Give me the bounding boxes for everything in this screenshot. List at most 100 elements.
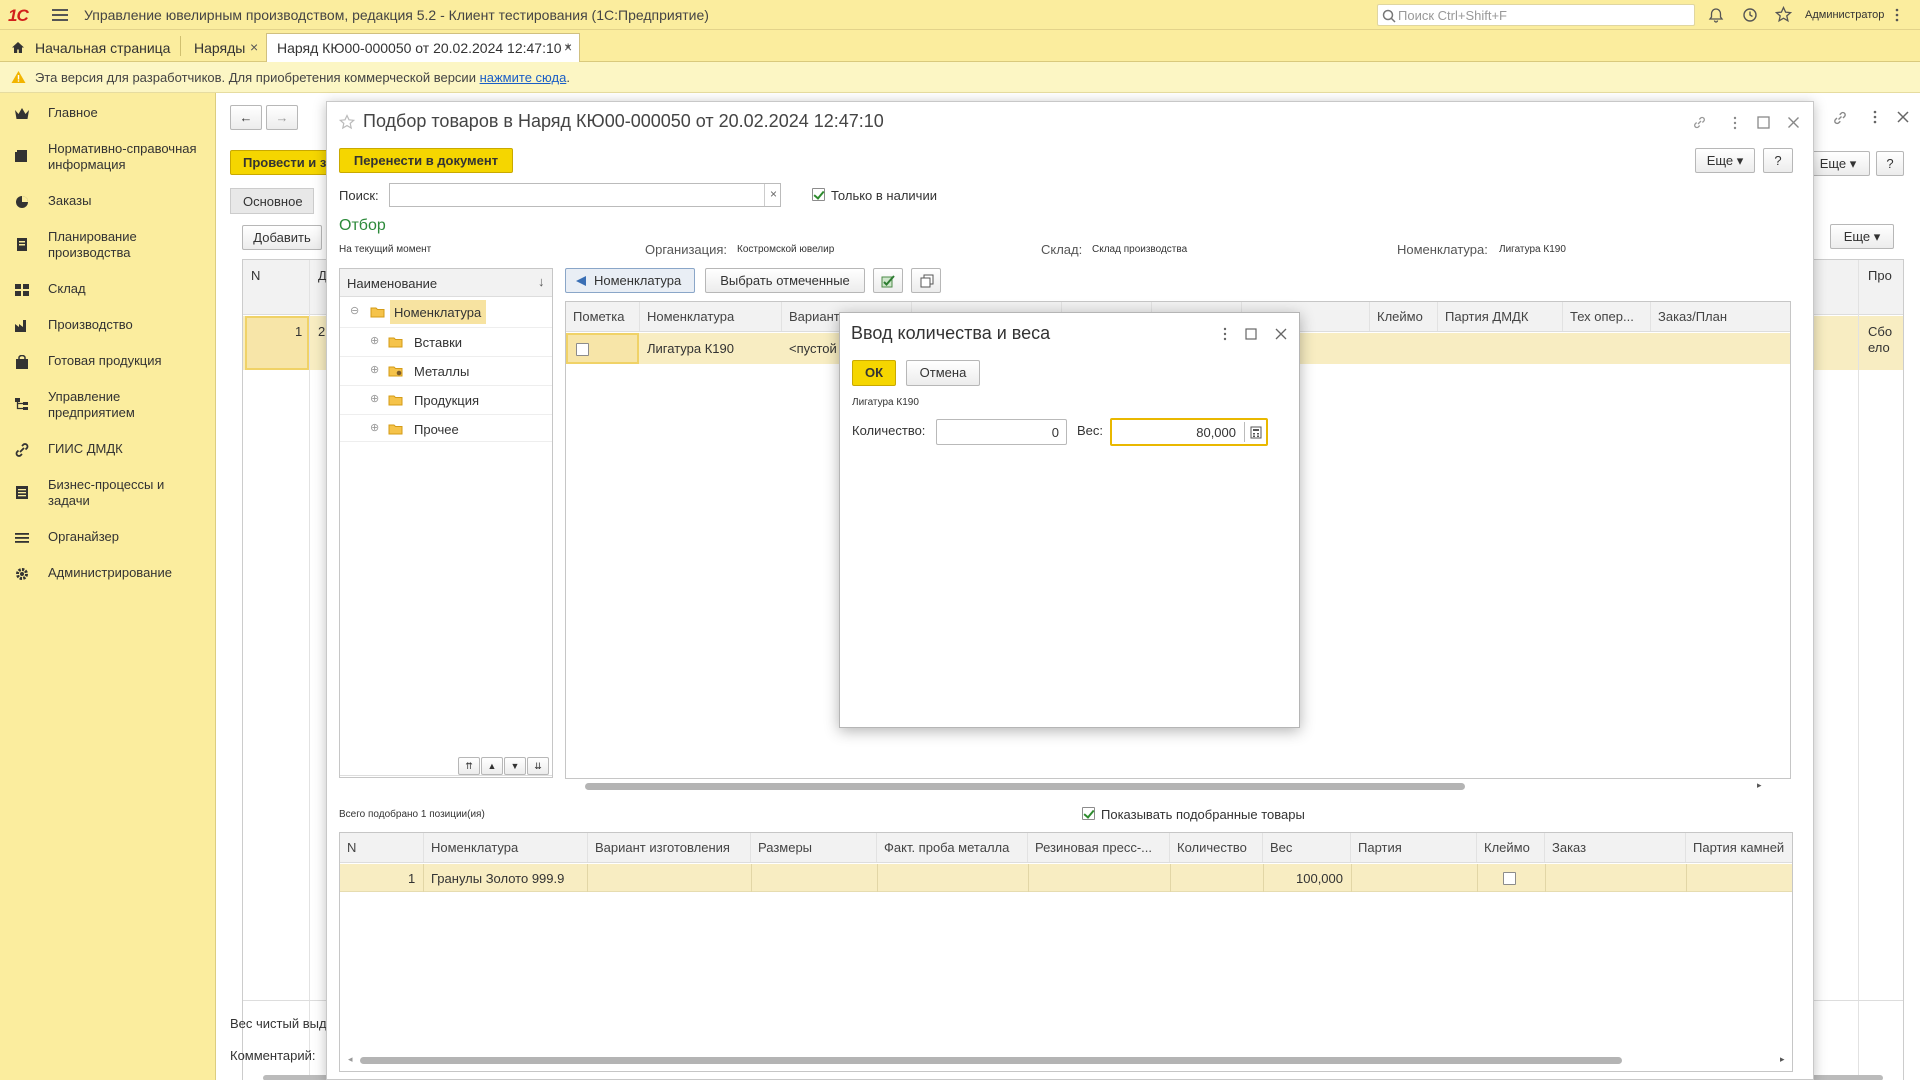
tab-orders[interactable]: Наряды × xyxy=(184,33,264,62)
more-vertical-icon[interactable] xyxy=(1220,327,1230,341)
tab-order-document[interactable]: Наряд КЮ00-000050 от 20.02.2024 12:47:10… xyxy=(266,33,580,62)
col-header-nomen[interactable]: Номенклатура xyxy=(424,833,588,862)
col-header-brand[interactable]: Клеймо xyxy=(1370,302,1438,331)
transfer-to-document-button[interactable]: Перенести в документ xyxy=(339,148,513,173)
table-more-button[interactable]: Еще ▾ xyxy=(1830,224,1894,249)
sidebar-item-orders[interactable]: Заказы xyxy=(0,193,216,213)
more-button[interactable]: Еще ▾ xyxy=(1806,151,1870,176)
col-header-metal-probe[interactable]: Факт. проба металла xyxy=(877,833,1028,862)
sidebar-item-reference[interactable]: Нормативно-справочная информация xyxy=(0,141,216,175)
forward-button[interactable]: → xyxy=(266,105,298,130)
col-header-order-plan[interactable]: Заказ/План xyxy=(1651,302,1790,331)
copy-button[interactable] xyxy=(911,268,941,293)
brand-checkbox[interactable] xyxy=(1503,872,1516,885)
tree-node-other[interactable]: ⊕ Прочее xyxy=(340,414,552,442)
col-header-weight[interactable]: Вес xyxy=(1263,833,1351,862)
col-header-mark[interactable]: Пометка xyxy=(566,302,640,331)
tab-home[interactable]: Начальная страница xyxy=(0,33,180,62)
sidebar-item-planning[interactable]: Планирование производства xyxy=(0,229,216,263)
close-icon[interactable] xyxy=(1787,116,1800,129)
only-available-checkbox[interactable] xyxy=(812,188,825,201)
col-header-nomen[interactable]: Номенклатура xyxy=(640,302,782,331)
close-tab-icon[interactable]: × xyxy=(564,39,572,55)
favorites-star-icon[interactable] xyxy=(1775,6,1792,23)
sidebar-item-finished-goods[interactable]: Готовая продукция xyxy=(0,353,216,373)
tree-node-products[interactable]: ⊕ Продукция xyxy=(340,385,552,413)
user-name[interactable]: Администратор xyxy=(1805,9,1884,21)
scroll-right-icon[interactable]: ▸ xyxy=(1757,780,1762,791)
expand-icon[interactable]: ⊕ xyxy=(370,421,379,434)
col-header-sizes[interactable]: Размеры xyxy=(751,833,877,862)
select-marked-button[interactable]: Выбрать отмеченные xyxy=(705,268,865,293)
move-up-button[interactable]: ▲ xyxy=(481,757,503,775)
link-icon[interactable] xyxy=(1832,110,1848,126)
close-icon[interactable] xyxy=(1896,110,1910,124)
ok-button[interactable]: ОК xyxy=(852,360,896,386)
add-row-button[interactable]: Добавить xyxy=(242,225,322,250)
expand-icon[interactable]: ⊕ xyxy=(370,392,379,405)
collapse-icon[interactable]: ⊖ xyxy=(350,304,359,317)
tab-main[interactable]: Основное xyxy=(230,188,314,214)
tree-node-root[interactable]: ⊖ Номенклатура xyxy=(340,298,552,326)
move-top-button[interactable]: ⇈ xyxy=(458,757,480,775)
col-header-dmdk-batch[interactable]: Партия ДМДК xyxy=(1438,302,1563,331)
move-down-button[interactable]: ▼ xyxy=(504,757,526,775)
close-tab-icon[interactable]: × xyxy=(250,39,258,55)
col-header-stone-batch[interactable]: Партия камней xyxy=(1686,833,1792,862)
sidebar-item-warehouse[interactable]: Склад xyxy=(0,281,216,301)
search-input[interactable]: × xyxy=(389,183,781,207)
sidebar-item-main[interactable]: Главное xyxy=(0,105,216,125)
more-vertical-icon[interactable] xyxy=(1890,8,1904,22)
sort-desc-icon[interactable]: ↓ xyxy=(538,274,545,289)
col-header-order[interactable]: Заказ xyxy=(1545,833,1686,862)
quantity-input[interactable]: 0 xyxy=(936,419,1067,445)
selected-row[interactable]: 1 Гранулы Золото 999.9 100,000 xyxy=(340,864,1792,892)
more-button[interactable]: Еще ▾ xyxy=(1695,148,1755,173)
tree-header[interactable]: Наименование ↓ xyxy=(340,269,552,297)
back-button[interactable]: ← xyxy=(230,105,262,130)
buy-link[interactable]: нажмите сюда xyxy=(480,70,567,85)
main-menu-icon[interactable] xyxy=(52,8,68,22)
weight-input[interactable]: 80,000 xyxy=(1110,418,1268,446)
tree-node-inserts[interactable]: ⊕ Вставки xyxy=(340,327,552,355)
bell-icon[interactable] xyxy=(1708,7,1724,23)
global-search-input[interactable]: Поиск Ctrl+Shift+F xyxy=(1377,4,1695,26)
col-header-tech-op[interactable]: Тех опер... xyxy=(1563,302,1651,331)
col-header-batch[interactable]: Партия xyxy=(1351,833,1477,862)
maximize-icon[interactable] xyxy=(1245,328,1257,340)
expand-icon[interactable]: ⊕ xyxy=(370,334,379,347)
col-header-brand[interactable]: Клеймо xyxy=(1477,833,1545,862)
sidebar-item-production[interactable]: Производство xyxy=(0,317,216,337)
col-header-variant[interactable]: Вариант изготовления xyxy=(588,833,751,862)
col-header-n[interactable]: N xyxy=(340,833,424,862)
close-icon[interactable] xyxy=(1275,328,1287,340)
scroll-left-icon[interactable]: ◂ xyxy=(348,1054,353,1065)
sidebar-item-giis[interactable]: ГИИС ДМДК xyxy=(0,441,216,461)
show-selected-checkbox[interactable] xyxy=(1082,807,1095,820)
mark-checkbox[interactable] xyxy=(576,343,589,356)
scroll-right-icon[interactable]: ▸ xyxy=(1780,1054,1785,1065)
maximize-icon[interactable] xyxy=(1757,116,1770,129)
expand-icon[interactable]: ⊕ xyxy=(370,363,379,376)
more-vertical-icon[interactable] xyxy=(1868,110,1882,124)
help-button[interactable]: ? xyxy=(1763,148,1793,173)
goods-scrollbar-thumb[interactable] xyxy=(585,783,1465,790)
favorite-star-icon[interactable] xyxy=(339,114,355,130)
sidebar-item-business-processes[interactable]: Бизнес-процессы и задачи xyxy=(0,477,216,511)
col-header-rubber-mold[interactable]: Резиновая пресс-... xyxy=(1028,833,1170,862)
cancel-button[interactable]: Отмена xyxy=(906,360,980,386)
link-icon[interactable] xyxy=(1692,115,1707,130)
help-button[interactable]: ? xyxy=(1876,151,1904,176)
selected-scrollbar-thumb[interactable] xyxy=(360,1057,1622,1064)
clear-search-icon[interactable]: × xyxy=(770,187,777,201)
sidebar-item-organizer[interactable]: Органайзер xyxy=(0,529,216,549)
tree-node-metals[interactable]: ⊕ Металлы xyxy=(340,356,552,384)
col-header-quantity[interactable]: Количество xyxy=(1170,833,1263,862)
check-all-button[interactable] xyxy=(873,268,903,293)
history-icon[interactable] xyxy=(1742,7,1758,23)
calculator-icon[interactable] xyxy=(1250,426,1262,439)
move-bottom-button[interactable]: ⇊ xyxy=(527,757,549,775)
sidebar-item-administration[interactable]: Администрирование xyxy=(0,565,216,585)
sidebar-item-enterprise[interactable]: Управление предприятием xyxy=(0,389,216,423)
nomenclature-button[interactable]: Номенклатура xyxy=(565,268,695,293)
